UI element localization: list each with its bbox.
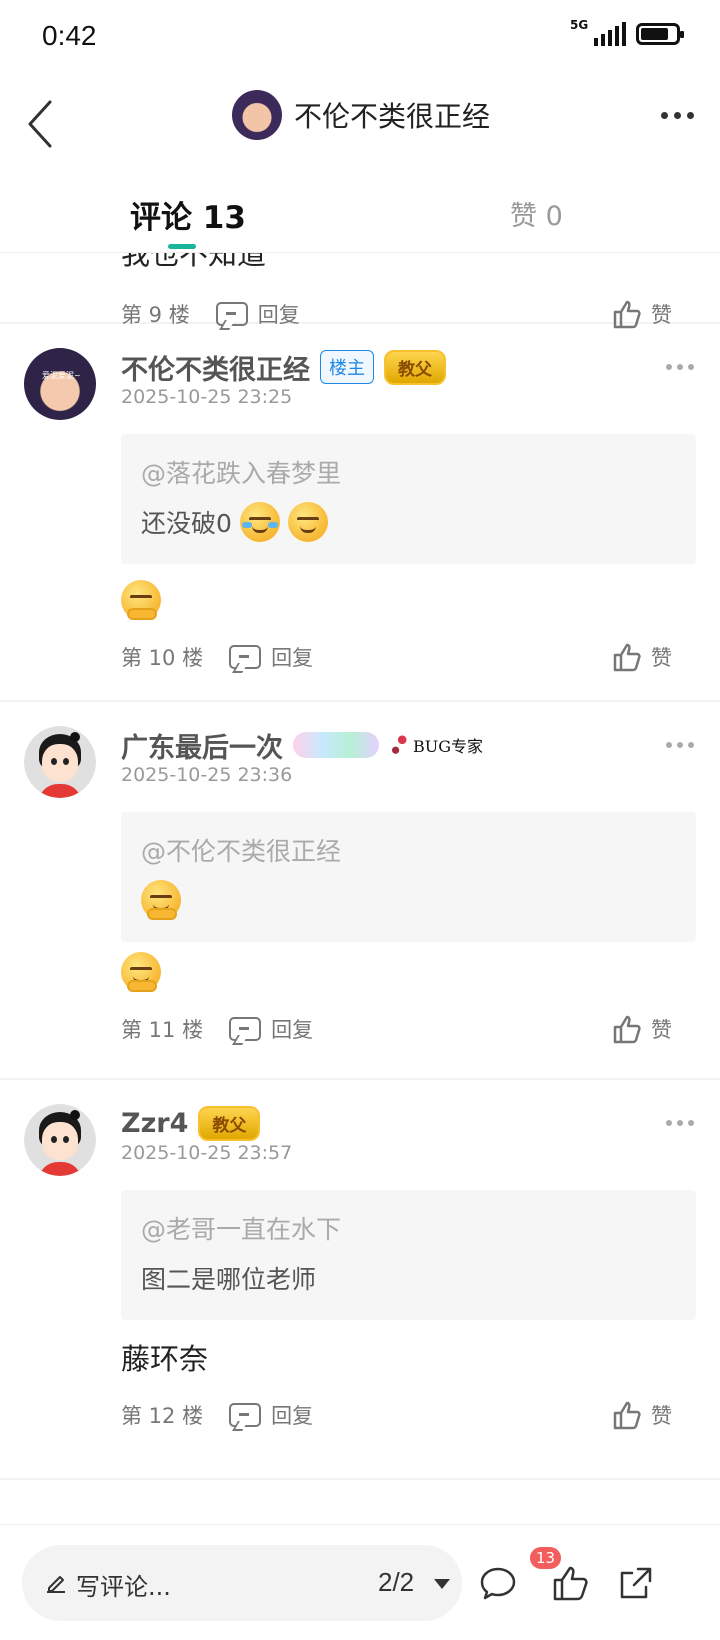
- owner-badge: 楼主: [320, 350, 374, 384]
- floor-label: 第 12 楼: [121, 1404, 204, 1428]
- comment-text: [121, 952, 696, 992]
- godfather-badge: 教父: [384, 349, 446, 385]
- network-type: 5G: [570, 18, 589, 32]
- bottom-bar: 写评论... 2/2 13: [0, 1524, 720, 1640]
- comment-text: 藤环奈: [121, 1342, 209, 1376]
- user-name[interactable]: Zzr4: [121, 1108, 188, 1139]
- status-time: 0:42: [42, 20, 97, 51]
- comment-time: 2025-10-25 23:36: [121, 764, 293, 786]
- status-icons: 5G: [570, 18, 684, 46]
- floor-label: 第 11 楼: [121, 1018, 204, 1042]
- comment-list: 我也不知道 第 9 楼 回复 赞 爱泥爱泥~ 不伦不类很正经 楼主 教父 202…: [0, 253, 720, 1523]
- pen-icon: [47, 1576, 65, 1593]
- user-avatar[interactable]: 爱泥爱泥~: [24, 348, 96, 420]
- tab-bar: 评论 13 赞 0: [0, 180, 720, 253]
- quote-box[interactable]: @落花跌入春梦里 还没破0: [121, 434, 696, 564]
- author-avatar: [232, 90, 282, 140]
- reply-icon: [215, 302, 248, 326]
- comment-time: 2025-10-25 23:57: [121, 1142, 293, 1164]
- quote-box[interactable]: @老哥一直在水下 图二是哪位老师: [121, 1190, 696, 1320]
- chevron-down-icon[interactable]: [434, 1579, 450, 1589]
- comment-footer: 第 12 楼 回复 赞: [121, 1378, 696, 1452]
- comment-header: 不伦不类很正经 楼主 教父: [121, 324, 696, 386]
- comment-time: 2025-10-25 23:25: [121, 386, 293, 408]
- comment-floor-10: 爱泥爱泥~ 不伦不类很正经 楼主 教父 2025-10-25 23:25 @落花…: [0, 324, 720, 702]
- thumbs-up-icon: [613, 643, 641, 672]
- share-icon[interactable]: [616, 1563, 656, 1603]
- back-icon[interactable]: [22, 94, 62, 154]
- like-button[interactable]: 赞: [611, 641, 672, 673]
- comment-more-icon[interactable]: [666, 364, 694, 370]
- quote-text-content: 还没破0: [141, 509, 232, 538]
- comment-icon[interactable]: [478, 1563, 518, 1603]
- quote-text: [141, 880, 676, 920]
- reply-label: 回复: [271, 646, 314, 670]
- reply-button[interactable]: 回复: [229, 1400, 313, 1430]
- user-name[interactable]: 广东最后一次: [121, 726, 283, 765]
- like-button[interactable]: 赞: [611, 1013, 672, 1045]
- godfather-badge: 教父: [198, 1105, 261, 1141]
- quote-box[interactable]: @不伦不类很正经: [121, 812, 696, 942]
- thumbs-up-icon[interactable]: [550, 1563, 590, 1603]
- comment-footer: 第 10 楼 回复 赞: [121, 620, 696, 694]
- nav-author[interactable]: 不伦不类很正经: [232, 90, 490, 140]
- reply-button[interactable]: 回复: [229, 642, 313, 672]
- quote-text: 图二是哪位老师: [141, 1265, 317, 1294]
- comment-floor-9: 我也不知道 第 9 楼 回复 赞: [0, 253, 720, 329]
- page-title: 不伦不类很正经: [294, 100, 491, 133]
- laugh-cry-emoji: [239, 502, 280, 542]
- comment-more-icon[interactable]: [666, 1120, 694, 1126]
- thumbs-up-icon: [613, 1015, 641, 1044]
- user-name[interactable]: 不伦不类很正经: [121, 348, 310, 387]
- more-icon[interactable]: [661, 112, 694, 119]
- quote-mention: @落花跌入春梦里: [141, 459, 342, 488]
- tab-likes[interactable]: 赞 0: [510, 194, 563, 233]
- reply-icon: [229, 1017, 262, 1041]
- like-label: 赞: [651, 1404, 672, 1428]
- quote-text: 还没破0: [141, 502, 676, 542]
- bug-expert-label: BUG专家: [413, 737, 484, 756]
- comment-text: [121, 580, 696, 620]
- laugh-cry-emoji: [287, 502, 328, 542]
- status-bar: 0:42 5G: [0, 0, 720, 80]
- user-avatar[interactable]: [24, 726, 96, 798]
- shy-hand-emoji: [121, 580, 161, 620]
- like-label: 赞: [651, 646, 672, 670]
- comment-floor-11: 广东最后一次 BUG专家 2025-10-25 23:36 @不伦不类很正经 第…: [0, 702, 720, 1080]
- avatar-caption: 爱泥爱泥~: [42, 371, 81, 380]
- reply-label: 回复: [271, 1404, 314, 1428]
- rainbow-badge: [293, 732, 379, 758]
- reply-button[interactable]: 回复: [229, 1014, 313, 1044]
- comment-floor-12: Zzr4 教父 2025-10-25 23:57 @老哥一直在水下 图二是哪位老…: [0, 1080, 720, 1480]
- comment-header: 广东最后一次 BUG专家: [121, 702, 696, 764]
- smirk-emoji: [121, 952, 161, 992]
- reply-icon: [229, 1403, 262, 1427]
- thumbs-up-icon: [613, 1401, 641, 1430]
- page-indicator[interactable]: 2/2: [378, 1567, 414, 1598]
- write-comment-input[interactable]: 写评论... 2/2: [22, 1545, 462, 1621]
- bug-expert-badge: BUG专家: [389, 732, 483, 758]
- comment-header: Zzr4 教父: [121, 1080, 696, 1141]
- quote-mention: @老哥一直在水下: [141, 1215, 342, 1244]
- battery-icon: [636, 23, 684, 45]
- comment-footer: 第 11 楼 回复 赞: [121, 992, 696, 1066]
- comment-text: 我也不知道: [121, 253, 267, 271]
- floor-label: 第 10 楼: [121, 646, 204, 670]
- like-button[interactable]: 赞: [611, 1399, 672, 1431]
- write-comment-placeholder: 写评论...: [76, 1573, 171, 1601]
- reply-icon: [229, 645, 262, 669]
- like-label: 赞: [651, 1018, 672, 1042]
- signal-icon: 5G: [570, 18, 626, 46]
- reply-label: 回复: [271, 1018, 314, 1042]
- quote-mention: @不伦不类很正经: [141, 837, 342, 866]
- tab-indicator: [168, 244, 196, 249]
- smirk-emoji: [141, 880, 181, 920]
- user-avatar[interactable]: [24, 1104, 96, 1176]
- comment-more-icon[interactable]: [666, 742, 694, 748]
- tab-comments[interactable]: 评论 13: [130, 192, 246, 237]
- top-nav: 不伦不类很正经: [0, 80, 720, 190]
